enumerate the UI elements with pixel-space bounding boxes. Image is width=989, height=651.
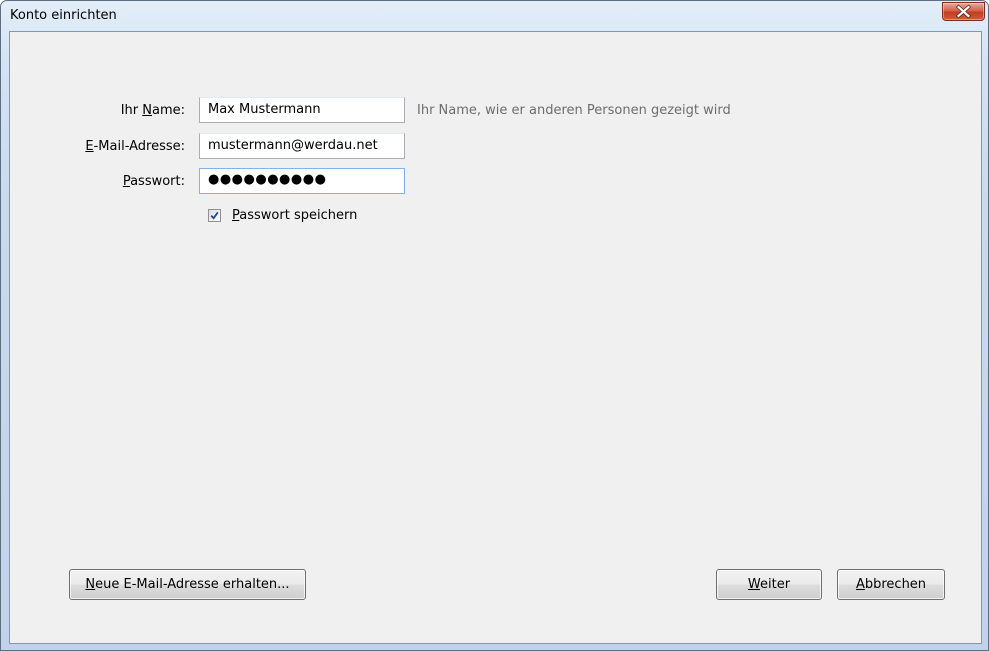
window-title: Konto einrichten	[10, 8, 117, 23]
continue-button[interactable]: Weiter	[716, 569, 822, 600]
name-input-value: Max Mustermann	[208, 102, 321, 117]
email-label: E-Mail-Adresse:	[85, 139, 185, 154]
title-bar[interactable]: Konto einrichten	[1, 1, 988, 31]
remember-password-label[interactable]: Passwort speichern	[232, 208, 357, 223]
cancel-button[interactable]: Abbrechen	[837, 569, 945, 600]
name-input[interactable]: Max Mustermann	[199, 97, 405, 123]
check-icon	[210, 211, 219, 220]
close-icon	[955, 4, 972, 19]
password-label: Passwort:	[122, 174, 185, 189]
email-input[interactable]: mustermann@werdau.net	[199, 133, 405, 159]
password-input[interactable]: ●●●●●●●●●●	[199, 168, 405, 194]
dialog-window: Konto einrichten Ihr Name: Max Musterman…	[0, 0, 989, 651]
remember-password-checkbox[interactable]	[208, 209, 221, 222]
name-hint: Ihr Name, wie er anderen Personen gezeig…	[417, 103, 731, 118]
new-email-button[interactable]: Neue E-Mail-Adresse erhalten...	[69, 569, 306, 600]
close-button[interactable]	[942, 2, 985, 21]
name-label: Ihr Name:	[120, 103, 185, 118]
client-area: Ihr Name: Max Mustermann Ihr Name, wie e…	[9, 31, 982, 644]
password-input-value: ●●●●●●●●●●	[208, 172, 327, 187]
email-input-value: mustermann@werdau.net	[208, 138, 378, 153]
